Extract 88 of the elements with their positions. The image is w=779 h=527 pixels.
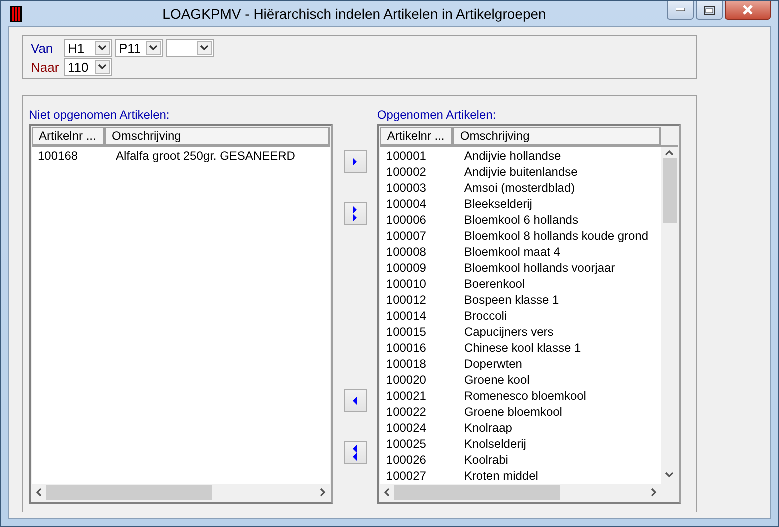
vertical-scrollbar[interactable] [661,147,678,484]
chevron-right-icon [320,488,326,497]
column-header[interactable]: Artikelnr ... [32,127,105,145]
table-cell-text: Andijvie hollandse [463,148,562,164]
table-cell-text: 100022 [385,404,428,420]
table-cell-text: 100009 [385,260,428,276]
table-cell-text: Bloemkool hollands voorjaar [463,260,616,276]
list-caption: Niet opgenomen Artikelen: [29,108,171,124]
table-cell-text: Boerenkool [463,276,526,292]
table-cell-text: 100010 [385,276,428,292]
table-cell-text: 100014 [385,308,428,324]
double-triangle-right-icon [353,206,357,222]
table-cell-text: Chinese kool klasse 1 [463,340,582,356]
dropdown[interactable]: 110 [64,58,112,76]
scrollbar-thumb[interactable] [662,158,677,223]
table-cell-text: Doperwten [463,356,522,372]
list-caption: Opgenomen Artikelen: [377,108,498,124]
filter-label: Naar [31,60,60,74]
triangle-right-icon [353,158,357,166]
app-icon [10,6,22,22]
table-cell-text: Andijvie buitenlandse [463,164,578,180]
minimize-button[interactable] [667,1,694,20]
chevron-down-icon [98,64,107,70]
close-icon [742,5,754,15]
filter-label: Van [31,40,54,56]
scrollbar-thumb[interactable] [46,485,212,500]
dropdown[interactable]: P11 [115,39,163,57]
table-cell-text: Bospeen klasse 1 [463,292,560,308]
chevron-down-icon [200,45,209,51]
column-header[interactable]: Omschrijving [105,127,330,145]
window-title: LOAGKPMV - Hiërarchisch indelen Artikelen in Artikelgroepen [162,6,548,22]
table-cell-text: 100026 [385,452,428,468]
move-left-button[interactable] [344,441,366,464]
move-left-button[interactable] [344,389,366,412]
dropdown[interactable] [166,39,214,57]
table-cell-text: 100008 [385,244,428,260]
table-cell-text: Alfalfa groot 250gr. GESANEERD [115,148,296,164]
chevron-down-icon [98,45,107,51]
table-cell-text: 100021 [385,388,428,404]
table-cell-text: 100006 [385,212,428,228]
table-cell-text: 100168 [37,148,80,164]
table-cell-text: 100004 [385,196,428,212]
minimize-icon [676,8,686,12]
table-cell-text: Amsoi (mosterdblad) [463,180,576,196]
table-cell-text: 100015 [385,324,428,340]
table-cell-text: 100020 [385,372,428,388]
table-cell-text: Broccoli [463,308,508,324]
chevron-down-icon [665,472,674,478]
table-cell-text: 100003 [385,180,428,196]
chevron-left-icon [36,488,42,497]
chevron-up-icon [665,150,674,156]
maximize-button[interactable] [696,1,723,20]
table-cell-text: Bloemkool 8 hollands koude grond [463,228,649,244]
table-cell-text: Kroten middel [463,468,538,484]
chevron-down-icon [149,45,158,51]
table-cell-text: 100001 [385,148,428,164]
table-cell-text: Knolselderij [463,436,526,452]
double-triangle-left-icon [353,444,357,460]
table-cell-text: Bleekselderij [463,196,532,212]
triangle-left-icon [353,396,357,404]
horizontal-scrollbar[interactable] [380,484,678,501]
dropdown[interactable]: H1 [64,39,112,57]
move-right-button[interactable] [344,202,366,225]
close-button[interactable] [725,1,771,20]
table-cell-text: Koolrabi [463,452,508,468]
scrollbar-thumb[interactable] [394,485,560,500]
table-cell-text: Capucijners vers [463,324,554,340]
maximize-icon [704,6,715,14]
table-cell-text: Knolraap [463,420,512,436]
table-cell-text: Romenesco bloemkool [463,388,586,404]
table-cell-text: 100027 [385,468,428,484]
chevron-left-icon [384,488,390,497]
column-header[interactable]: Omschrijving [453,127,662,145]
table-cell-text: Groene kool [463,372,530,388]
table-cell-text: 100007 [385,228,428,244]
table-cell-text: Groene bloemkool [463,404,562,420]
table-cell-text: 100025 [385,436,428,452]
table-cell-text: 100002 [385,164,428,180]
chevron-right-icon [651,488,658,497]
table-cell-text: 100016 [385,340,428,356]
table-cell-text: Bloemkool 6 hollands [463,212,578,228]
horizontal-scrollbar[interactable] [32,484,330,501]
column-header[interactable]: Artikelnr ... [380,127,454,145]
table-cell-text: 100018 [385,356,428,372]
table-cell-text: 100012 [385,292,428,308]
table-cell-text: Bloemkool maat 4 [463,244,560,260]
move-right-button[interactable] [344,150,366,173]
table-cell-text: 100024 [385,420,428,436]
